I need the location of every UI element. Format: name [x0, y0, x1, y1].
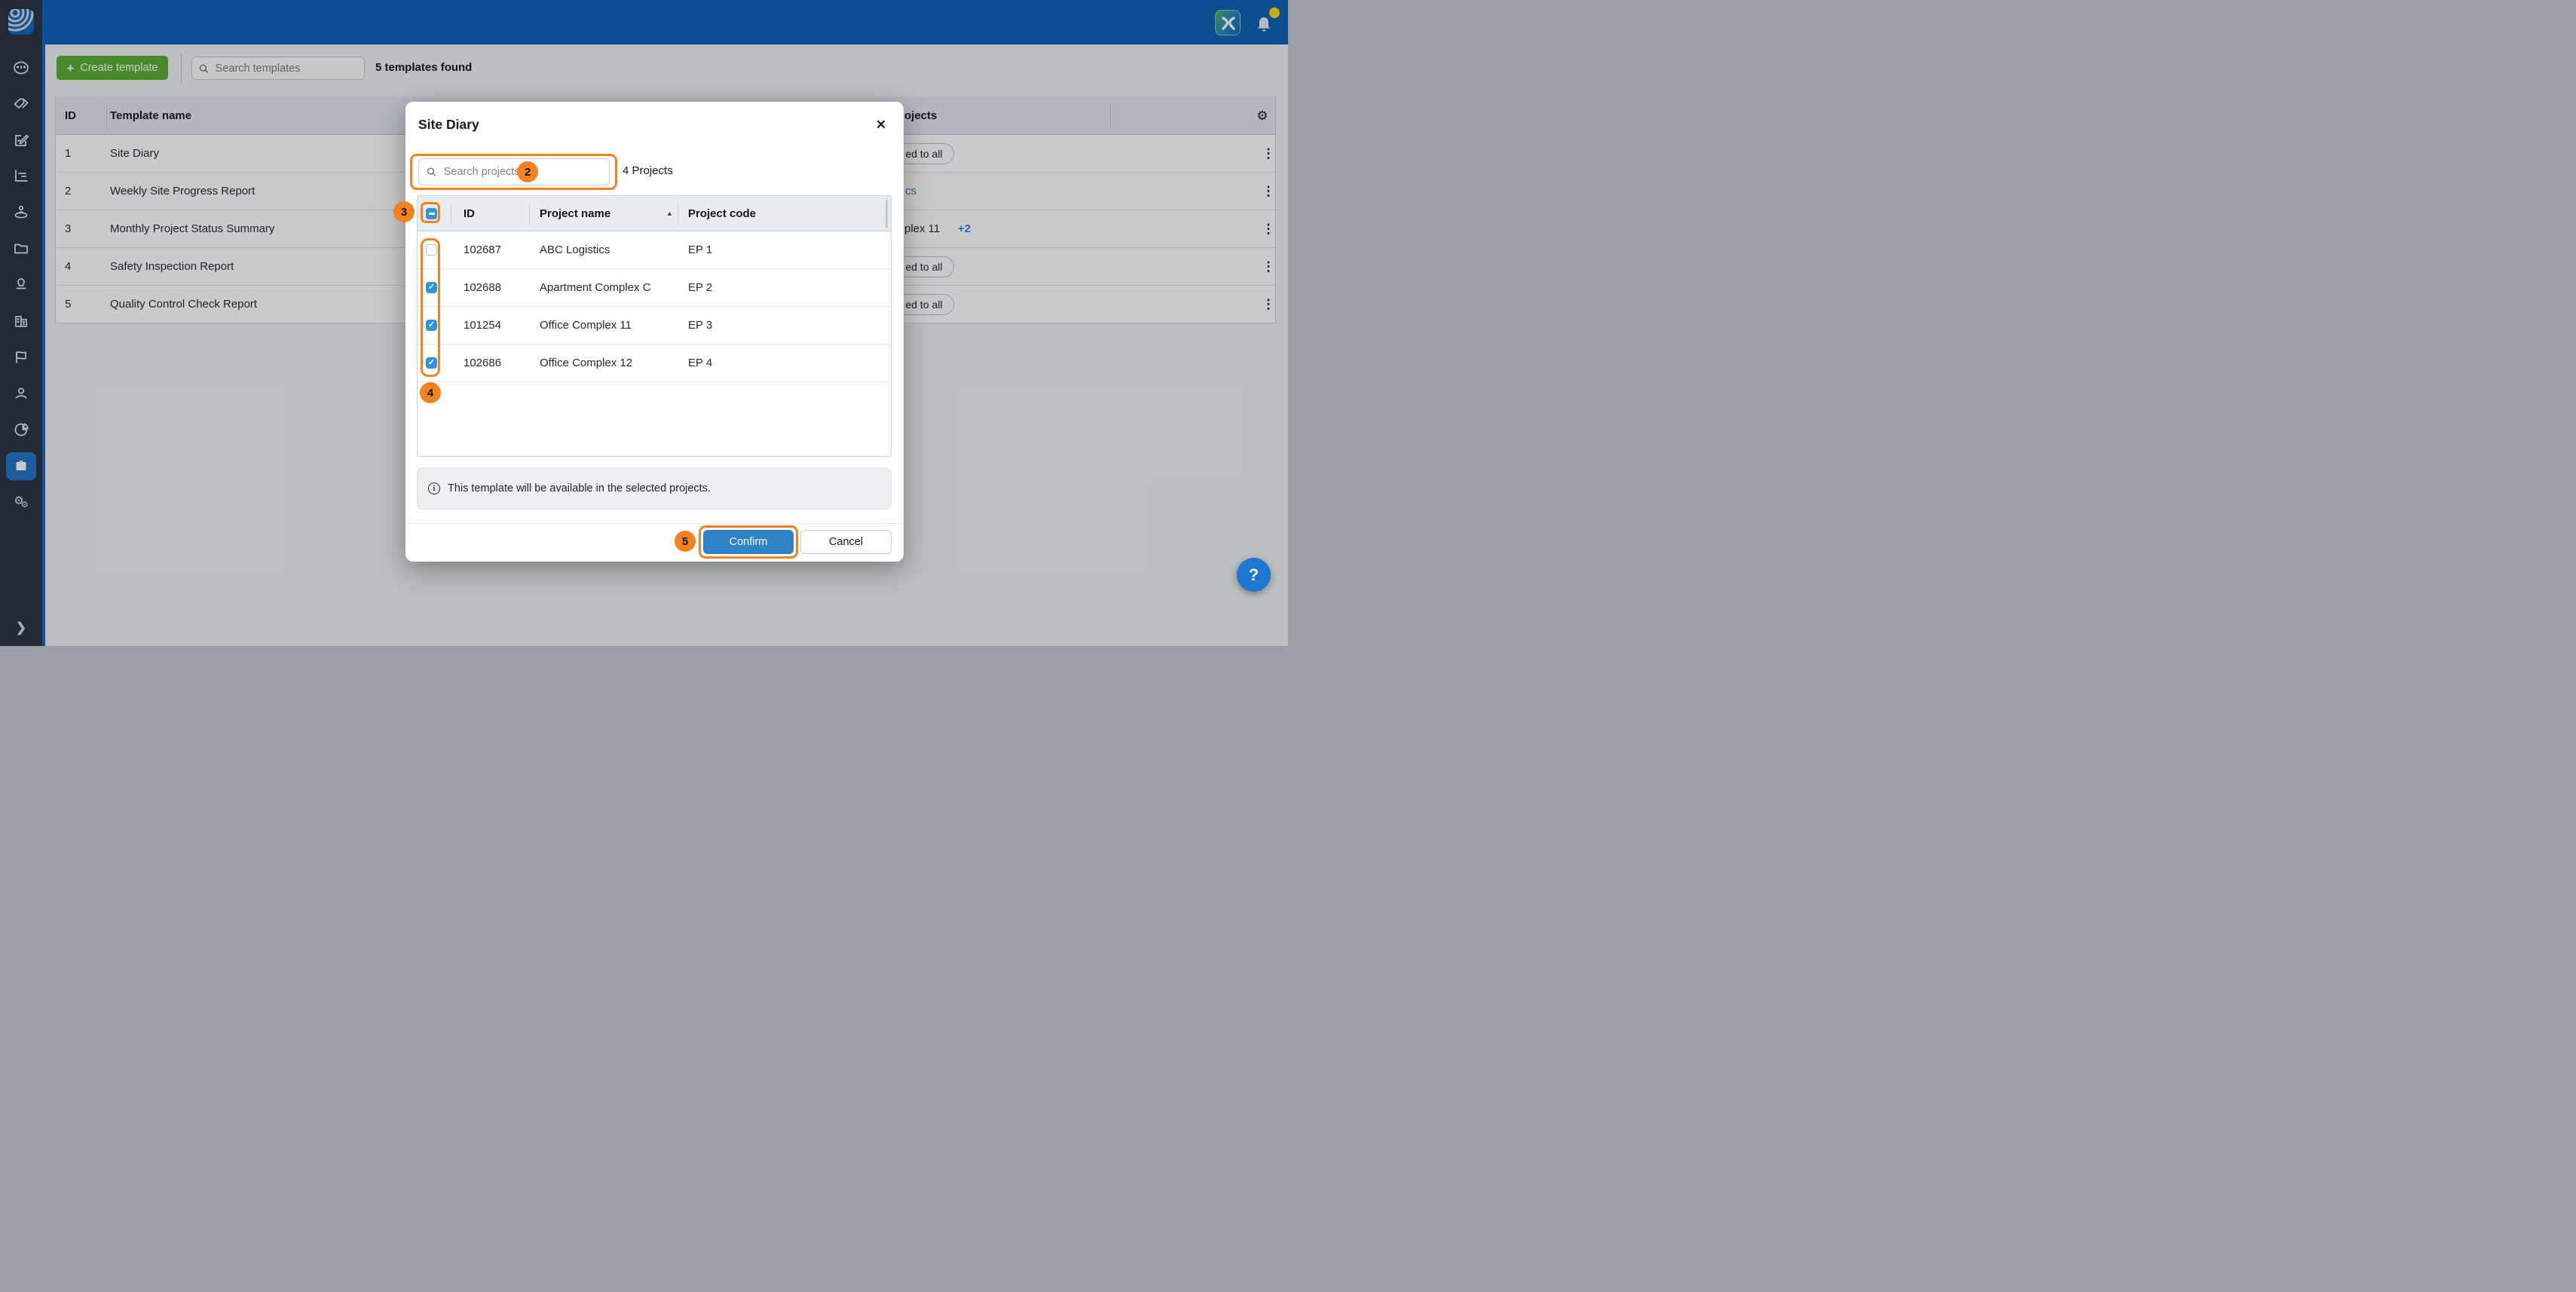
info-message: This template will be available in the s… [448, 482, 711, 494]
cell-project-id: 101254 [463, 307, 501, 344]
col-project-code[interactable]: Project code [688, 196, 756, 231]
project-row[interactable]: ✓ 102687 ABC Logistics EP 1 [418, 231, 891, 269]
annotation-highlight-search [410, 154, 617, 190]
cell-project-code: EP 3 [688, 307, 712, 344]
cell-project-name: ABC Logistics [540, 231, 610, 269]
cell-project-code: EP 1 [688, 231, 712, 269]
modal-footer-divider [405, 523, 904, 524]
cell-project-id: 102687 [463, 231, 501, 269]
cell-project-id: 102686 [463, 344, 501, 382]
cell-project-name: Apartment Complex C [540, 269, 651, 307]
info-message-box: i This template will be available in the… [417, 467, 892, 510]
cell-project-code: EP 2 [688, 269, 712, 307]
cancel-button[interactable]: Cancel [800, 530, 892, 554]
annotation-step-5: 5 [675, 531, 696, 552]
project-row[interactable]: ✓ 102686 Office Complex 12 EP 4 [418, 344, 891, 382]
col-id[interactable]: ID [463, 196, 475, 231]
question-mark-icon: ? [1249, 565, 1259, 585]
help-button[interactable]: ? [1237, 558, 1271, 592]
cell-project-code: EP 4 [688, 344, 712, 382]
annotation-highlight-select-all [421, 202, 440, 223]
annotation-highlight-confirm [699, 525, 798, 559]
annotation-step-4: 4 [420, 382, 441, 403]
annotation-step-3: 3 [393, 201, 415, 222]
info-icon: i [428, 482, 440, 494]
cell-project-name: Office Complex 11 [540, 307, 632, 344]
project-row[interactable]: ✓ 101254 Office Complex 11 EP 3 [418, 307, 891, 344]
modal-title: Site Diary [418, 117, 479, 133]
app-root: Project report templates [0, 0, 1288, 646]
cell-project-id: 102688 [463, 269, 501, 307]
projects-table: ✓ ID Project name ▲ Project code ✓ 10268… [417, 195, 892, 457]
projects-table-header: ✓ ID Project name ▲ Project code [418, 196, 891, 231]
close-icon[interactable]: ✕ [869, 113, 893, 137]
column-divider [529, 203, 530, 225]
col-project-name[interactable]: Project name [540, 196, 610, 231]
cell-project-name: Office Complex 12 [540, 344, 632, 382]
annotation-highlight-row-checkboxes [421, 238, 440, 377]
sort-asc-icon[interactable]: ▲ [666, 196, 673, 231]
scrollbar-thumb[interactable] [886, 200, 888, 228]
annotation-step-2: 2 [517, 161, 538, 182]
project-row[interactable]: ✓ 102688 Apartment Complex C EP 2 [418, 269, 891, 307]
projects-count: 4 Projects [623, 164, 673, 177]
